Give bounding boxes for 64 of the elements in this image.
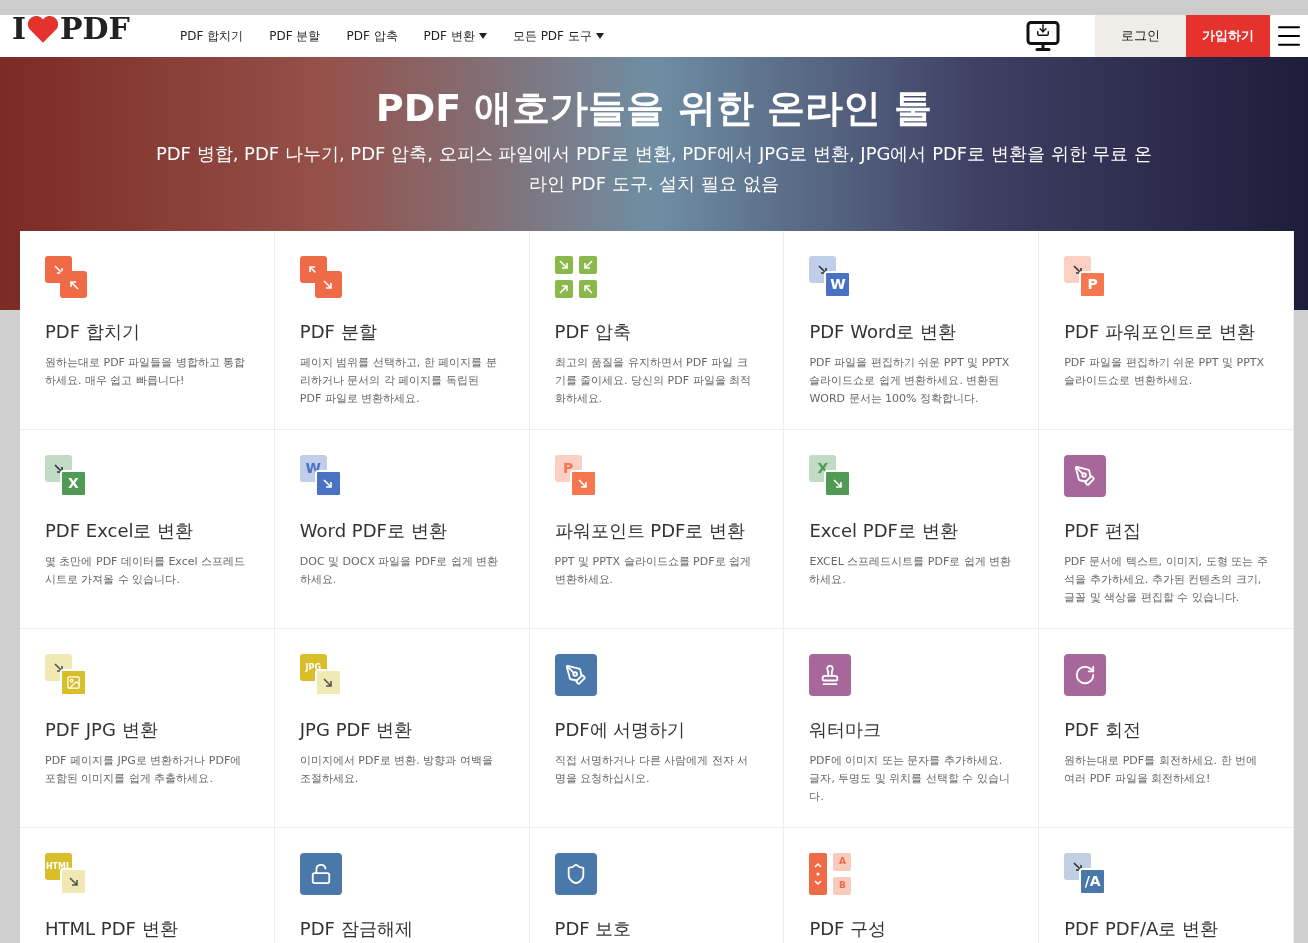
tool-title: 파워포인트 PDF로 변환 (554, 519, 747, 543)
nav-link[interactable]: 모든 PDF 도구 (512, 27, 604, 45)
nav-link[interactable]: PDF 합치기 (180, 27, 244, 45)
tool-title: PDF JPG 변환 (45, 718, 159, 742)
logo[interactable]: I PDF (12, 6, 162, 51)
tool-title: PDF에 서명하기 (554, 718, 687, 742)
tool-description: 페이지 범위를 선택하고, 한 페이지를 분리하거나 문서의 각 페이지를 독립된 PDF 파일로 변환하세요. (299, 355, 498, 407)
tool-title: PDF 편집 (1064, 519, 1142, 543)
tool-description: PDF에 이미지 또는 문자를 추가하세요. 글자, 투명도 및 위치를 선택할 수 있습니다. (809, 753, 1011, 805)
tool-description: 몇 초만에 PDF 데이터를 Excel 스프레드시트로 가져올 수 있습니다. (45, 554, 247, 588)
tool-card[interactable]: PDF JPG 변환 PDF 페이지를 JPG로 변환하거나 PDF에 포함된 이미지를 쉽게 추출하세요. (20, 629, 275, 828)
tool-description: 원하는대로 PDF 파일들을 병합하고 통합하세요. 매우 쉽고 빠릅니다! (45, 355, 247, 389)
tool-title: PDF 구성 (809, 917, 888, 941)
nav-link[interactable]: PDF 분할 (269, 27, 321, 45)
tool-description: EXCEL 스프레드시트를 PDF로 쉽게 변환하세요. (809, 554, 1013, 588)
tool-description: PDF 파일을 편집하기 쉬운 PPT 및 PPTX 슬라이드쇼로 변환하세요. (1064, 355, 1266, 389)
tool-title: JPG PDF 변환 (299, 718, 414, 742)
tool-title: PDF 분할 (299, 320, 378, 344)
tool-card[interactable]: P PDF 파워포인트로 변환 PDF 파일을 편집하기 쉬운 PPT 및 PPTX 슬라이드쇼로 변환하세요. (1039, 231, 1294, 430)
tool-title: PDF 압축 (554, 320, 633, 344)
desktop-download-icon[interactable] (1025, 18, 1061, 54)
tool-description: PDF 파일을 편집하기 쉬운 PPT 및 PPTX 슬라이드쇼로 쉽게 변환하세요. 변환된 WORD 문서는 100% 정확합니다. (809, 355, 1011, 407)
tool-description: PDF 문서에 텍스트, 이미지, 도형 또는 주석을 추가하세요. 추가된 컨텐츠의 크기, 글꼴 및 색상을 편집할 수 있습니다. (1064, 554, 1268, 606)
tool-card[interactable]: 워터마크 PDF에 이미지 또는 문자를 추가하세요. 글자, 투명도 및 위치를 선택할 수 있습니다. (784, 629, 1040, 828)
tool-card[interactable]: PDF 회전 원하는대로 PDF를 회전하세요. 한 번에 여러 PDF 파일을 회전하세요! (1039, 629, 1294, 828)
tool-title: PDF 잠금해제 (299, 917, 414, 941)
tool-card[interactable]: W PDF Word로 변환 PDF 파일을 편집하기 쉬운 PPT 및 PPTX 슬라이드쇼로 쉽게 변환하세요. 변환된 WORD 문서는 100% 정확합니다. (784, 231, 1040, 430)
nav-link[interactable]: PDF 변환 (423, 27, 487, 45)
tool-card[interactable]: PDF 편집 PDF 문서에 텍스트, 이미지, 도형 또는 주석을 추가하세요. 추가된 컨텐츠의 크기, 글꼴 및 색상을 편집할 수 있습니다. (1039, 430, 1294, 629)
tool-description: DOC 및 DOCX 파일을 PDF로 쉽게 변환하세요. (299, 554, 500, 588)
heart-icon (26, 13, 61, 44)
hero-subtitle: PDF 병합, PDF 나누기, PDF 압축, 오피스 파일에서 PDF로 변환, PDF에서 JPG로 변환, JPG에서 PDF로 변환을 위한 무료 온라인 PDF 도구. 설치 필요 없음 (154, 142, 1154, 196)
tool-title: Word PDF로 변환 (299, 519, 448, 543)
tool-title: PDF Word로 변환 (809, 320, 958, 344)
tool-description: 직접 서명하거나 다른 사람에게 전자 서명을 요청하십시오. (554, 753, 750, 787)
tool-title: Excel PDF로 변환 (809, 519, 959, 543)
signup-button[interactable]: 가입하기 (1186, 15, 1270, 57)
tool-title: PDF 회전 (1064, 718, 1142, 742)
tool-title: 워터마크 (809, 718, 883, 742)
tool-description: 최고의 품질을 유지하면서 PDF 파일 크기를 줄이세요. 당신의 PDF 파일을 최적화하세요. (554, 355, 752, 407)
tool-card[interactable]: PDF에 서명하기 직접 서명하거나 다른 사람에게 전자 서명을 요청하십시오. (529, 629, 785, 828)
tool-description: 이미지에서 PDF로 변환. 방향과 여백을 조절하세요. (299, 753, 494, 787)
tool-card[interactable]: PDF 합치기 원하는대로 PDF 파일들을 병합하고 통합하세요. 매우 쉽고 빠릅니다! (20, 231, 275, 430)
tool-title: PDF 파워포인트로 변환 (1064, 320, 1256, 344)
tool-title: PDF 보호 (554, 917, 633, 941)
tool-title: PDF Excel로 변환 (45, 519, 195, 543)
tool-description: 원하는대로 PDF를 회전하세요. 한 번에 여러 PDF 파일을 회전하세요! (1064, 753, 1259, 787)
login-button[interactable]: 로그인 (1095, 15, 1186, 57)
tool-card[interactable]: PDF 압축 최고의 품질을 유지하면서 PDF 파일 크기를 줄이세요. 당신의 PDF 파일을 최적화하세요. (529, 231, 785, 430)
tool-card[interactable]: PDF 잠금해제 (274, 828, 530, 943)
tool-card[interactable]: PDF 분할 페이지 범위를 선택하고, 한 페이지를 분리하거나 문서의 각 페이지를 독립된 PDF 파일로 변환하세요. (274, 231, 530, 430)
nav-link[interactable]: PDF 압축 (346, 27, 398, 45)
tool-description: PDF 페이지를 JPG로 변환하거나 PDF에 포함된 이미지를 쉽게 추출하세요. (45, 753, 243, 787)
hero-title: PDF 애호가들을 위한 온라인 툴 (375, 85, 933, 132)
tool-title: PDF 합치기 (45, 320, 141, 344)
tool-card[interactable]: X PDF Excel로 변환 몇 초만에 PDF 데이터를 Excel 스프레드시트로 가져올 수 있습니다. (20, 430, 275, 629)
tool-card[interactable]: P 파워포인트 PDF로 변환 PPT 및 PPTX 슬라이드쇼를 PDF로 쉽게 변환하세요. (529, 430, 785, 629)
tool-title: HTML PDF 변환 (45, 917, 179, 941)
tool-card[interactable]: PDF 보호 (529, 828, 785, 943)
tool-title: PDF PDF/A로 변환 (1064, 917, 1220, 941)
tool-card[interactable]: A B PDF 구성 (784, 828, 1040, 943)
tool-card[interactable]: /A PDF PDF/A로 변환 (1039, 828, 1294, 943)
tool-card[interactable]: JPG JPG PDF 변환 이미지에서 PDF로 변환. 방향과 여백을 조절하세요. (274, 629, 530, 828)
tool-description: PPT 및 PPTX 슬라이드쇼를 PDF로 쉽게 변환하세요. (554, 554, 752, 588)
